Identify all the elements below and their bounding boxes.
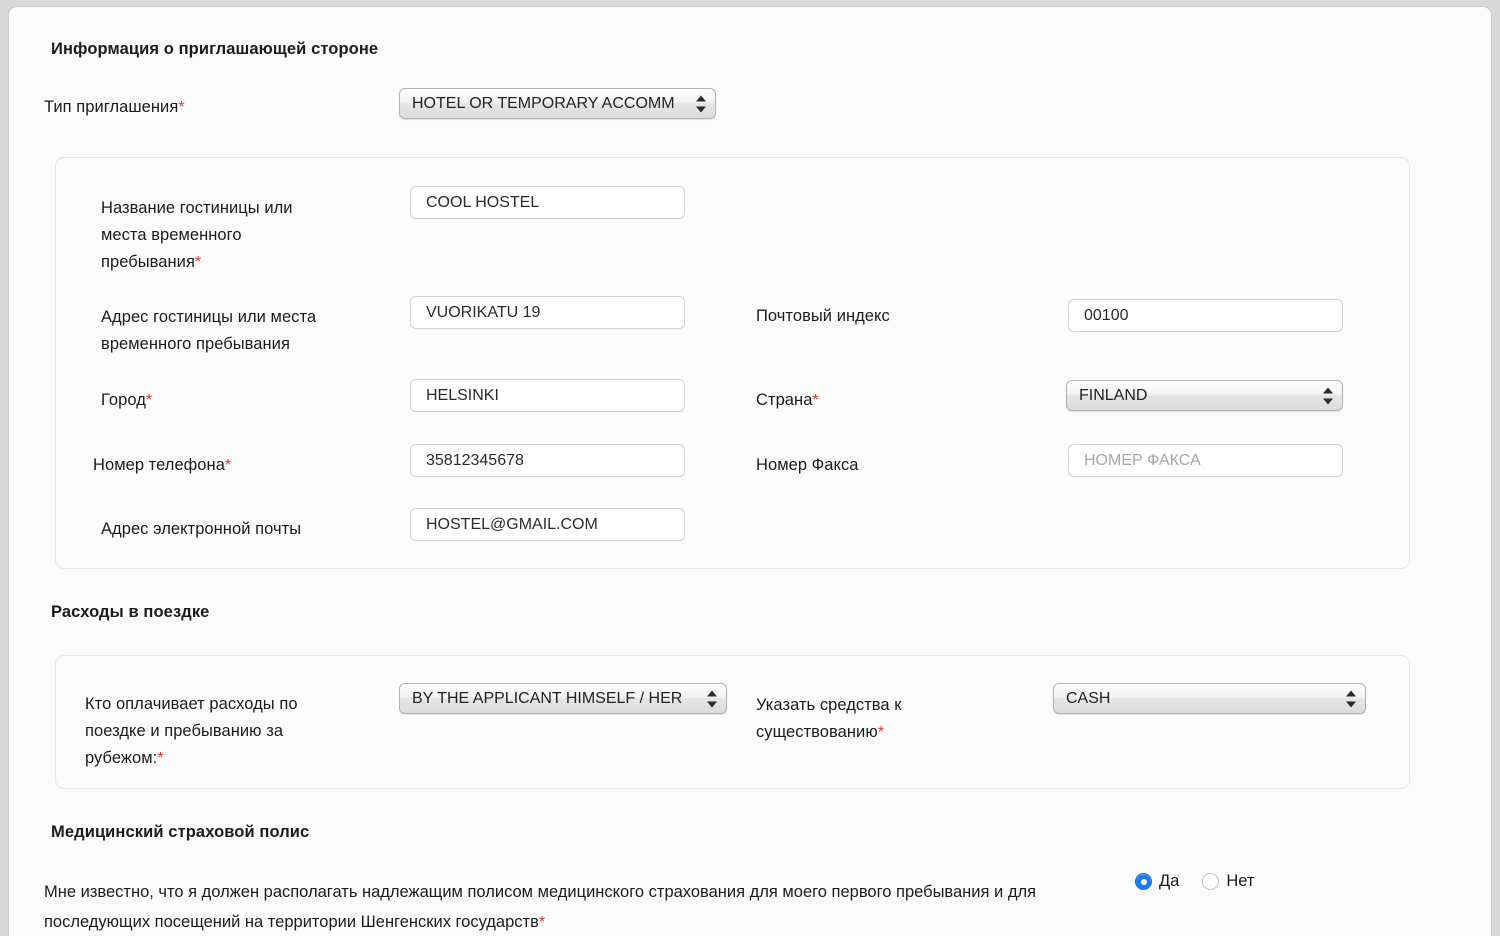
radio-label-medical-insurance-no[interactable]: Нет: [1226, 872, 1254, 891]
label-country-text: Страна: [756, 391, 813, 409]
section-title-medical-insurance: Медицинский страховой полис: [51, 823, 310, 841]
select-means-of-support[interactable]: CASH: [1053, 683, 1366, 714]
label-hotel-name-line3: пребывания: [101, 253, 195, 271]
chevron-updown-icon: [1346, 689, 1357, 708]
label-hotel-address: Адрес гостиницы или места временного пре…: [101, 304, 401, 358]
section-title-inviting-party: Информация о приглашающей стороне: [51, 40, 379, 58]
input-email[interactable]: [410, 508, 685, 541]
required-marker-invitation-type: *: [178, 99, 185, 116]
label-hotel-address-line1: Адрес гостиницы или места: [101, 308, 317, 326]
select-country-value: FINLAND: [1079, 387, 1148, 404]
page-frame: Информация о приглашающей стороне Тип пр…: [8, 6, 1492, 936]
select-country[interactable]: FINLAND: [1066, 380, 1343, 411]
input-fax[interactable]: [1068, 444, 1343, 477]
label-city-text: Город: [101, 391, 146, 409]
input-hotel-address[interactable]: [410, 296, 685, 329]
input-phone[interactable]: [410, 444, 685, 477]
label-country: Страна*: [756, 387, 819, 414]
chevron-updown-icon: [1323, 386, 1334, 405]
label-fax-text: Номер Факса: [756, 456, 859, 474]
required-marker-expense-payer: *: [157, 750, 164, 767]
label-means-of-support-line1: Указать средства к: [756, 696, 902, 714]
label-hotel-name-line2: места временного: [101, 226, 242, 244]
required-marker-country: *: [812, 392, 819, 409]
required-marker-means-of-support: *: [877, 724, 885, 741]
input-hotel-name[interactable]: [410, 186, 685, 219]
select-expense-payer[interactable]: BY THE APPLICANT HIMSELF / HER: [399, 683, 727, 714]
label-city: Город*: [101, 387, 152, 414]
label-phone-text: Номер телефона: [93, 456, 225, 474]
required-marker-city: *: [145, 392, 153, 409]
radio-label-medical-insurance-yes[interactable]: Да: [1159, 872, 1179, 891]
chevron-updown-icon: [696, 94, 707, 113]
label-hotel-name-line1: Название гостиницы или: [101, 199, 293, 217]
label-invitation-type-text: Тип приглашения: [44, 98, 179, 116]
label-postal-code: Почтовый индекс: [756, 303, 890, 330]
required-marker-hotel-name: *: [194, 254, 202, 271]
required-marker-phone: *: [224, 457, 232, 474]
medical-insurance-statement-line1: Мне известно, что я должен располагать н…: [44, 883, 892, 901]
required-marker-medical-insurance: *: [538, 914, 546, 931]
label-expense-payer-line1: Кто оплачивает расходы по: [85, 695, 298, 713]
label-expense-payer-line2: поездке и пребыванию за: [85, 722, 284, 740]
label-hotel-address-line2: временного пребывания: [101, 335, 290, 353]
label-expense-payer-line3: рубежом:: [85, 749, 158, 767]
label-expense-payer: Кто оплачивает расходы по поездке и преб…: [85, 691, 395, 772]
select-invitation-type[interactable]: HOTEL OR TEMPORARY ACCOMM: [399, 88, 716, 119]
label-fax: Номер Факса: [756, 452, 858, 479]
label-means-of-support-line2: существованию: [756, 723, 878, 741]
radio-medical-insurance-yes[interactable]: [1135, 873, 1152, 890]
select-invitation-type-value: HOTEL OR TEMPORARY ACCOMM: [412, 95, 675, 112]
select-means-of-support-value: CASH: [1066, 690, 1111, 707]
radio-medical-insurance-no[interactable]: [1202, 873, 1220, 890]
medical-insurance-statement: Мне известно, что я должен располагать н…: [44, 877, 1054, 936]
section-title-travel-expenses: Расходы в поездке: [51, 603, 210, 621]
label-invitation-type: Тип приглашения*: [44, 94, 185, 121]
label-phone: Номер телефона*: [93, 452, 231, 479]
input-postal-code[interactable]: [1068, 299, 1343, 332]
chevron-updown-icon: [707, 689, 718, 708]
select-expense-payer-value: BY THE APPLICANT HIMSELF / HER: [412, 690, 683, 707]
form-content: Информация о приглашающей стороне Тип пр…: [9, 7, 1491, 936]
label-means-of-support: Указать средства к существованию*: [756, 692, 1046, 746]
label-hotel-name: Название гостиницы или места временного …: [101, 195, 401, 276]
label-email-text: Адрес электронной почты: [101, 520, 302, 538]
input-city[interactable]: [410, 379, 685, 412]
label-postal-code-text: Почтовый индекс: [756, 307, 890, 325]
radio-group-medical-insurance: Да Нет: [1135, 872, 1254, 891]
label-email: Адрес электронной почты: [101, 516, 301, 543]
